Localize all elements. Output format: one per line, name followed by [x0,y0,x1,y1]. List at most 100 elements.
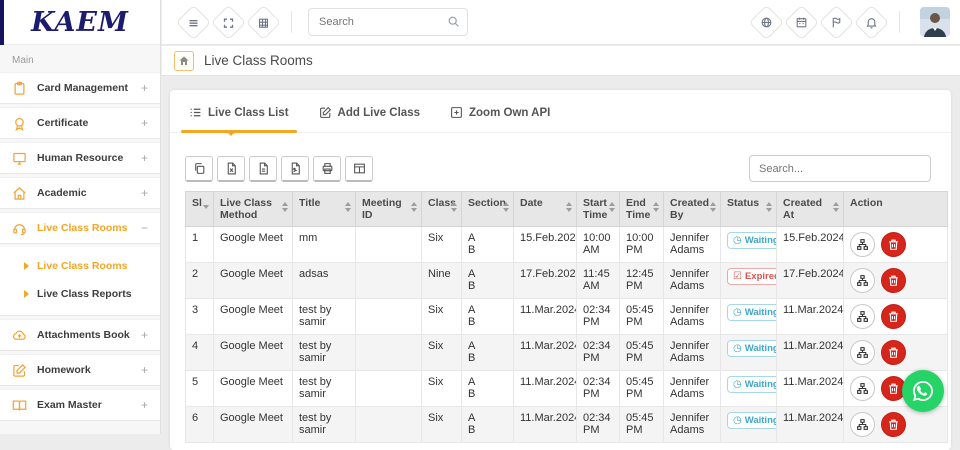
delete-button[interactable] [881,268,906,293]
sidebar-item-card-management[interactable]: Card Management + [0,72,160,104]
col-created-by[interactable]: Created By [664,192,721,227]
calendar-button[interactable] [784,4,819,39]
sidebar-item-exam-master[interactable]: Exam Master + [0,389,160,421]
col-title[interactable]: Title [293,192,356,227]
tab-add-live-class[interactable]: Add Live Class [319,106,420,132]
table-row: 4 Google Meet test by samir Six A B 11.M… [186,335,948,371]
col-start-time[interactable]: Start Time [577,192,620,227]
sort-icon [345,202,351,212]
pdf-export-button[interactable] [281,156,309,182]
sidebar-section-label: Main [0,45,160,72]
sort-icon [503,202,509,212]
sitemap-button[interactable] [850,340,875,365]
topbar [162,0,960,45]
sidebar-item-label: Academic [37,187,131,199]
sidebar-item-live-class-rooms[interactable]: Live Class Rooms − [0,212,160,244]
table-row: 6 Google Meet test by samir Six A B 11.M… [186,407,948,443]
copy-button[interactable] [185,156,213,182]
table-search-input[interactable] [749,155,931,182]
submenu-item-live-class-rooms[interactable]: Live Class Rooms [0,252,160,280]
language-button[interactable] [749,4,784,39]
tab-label: Zoom Own API [469,107,550,119]
plus-square-icon [450,106,463,119]
col-date[interactable]: Date [514,192,577,227]
list-icon [189,106,202,119]
sidebar-item-human-resource[interactable]: Human Resource + [0,142,160,174]
user-avatar[interactable] [920,7,950,37]
print-button[interactable] [313,156,341,182]
csv-export-button[interactable] [249,156,277,182]
fullscreen-button[interactable] [211,4,246,39]
notifications-button[interactable] [854,4,889,39]
submenu-item-label: Live Class Rooms [37,260,127,272]
announcements-button[interactable] [819,4,854,39]
sidebar-item-label: Human Resource [37,152,131,164]
fullscreen-icon [223,16,235,28]
calendar-icon [795,16,808,29]
cloud-upload-icon [11,328,27,343]
divider [899,11,900,33]
col-class[interactable]: Class [422,192,462,227]
sitemap-button[interactable] [850,304,875,329]
global-search-input[interactable] [308,8,468,36]
col-meeting-id[interactable]: Meeting ID [356,192,422,227]
whatsapp-button[interactable] [902,370,944,412]
sort-icon [653,202,659,212]
table-toolbar [185,155,931,182]
globe-icon [760,16,773,29]
expand-plus-icon: + [141,116,148,130]
whatsapp-icon [911,379,935,403]
delete-button[interactable] [881,232,906,257]
sidebar-item-academic[interactable]: Academic + [0,177,160,209]
logo[interactable]: KAEM [0,0,160,45]
col-created-at[interactable]: Created At [777,192,844,227]
table-header-row: Sl Live Class Method Title Meeting ID Cl… [186,192,948,227]
sort-icon [566,202,572,212]
caret-right-icon [24,290,29,298]
live-class-table: Sl Live Class Method Title Meeting ID Cl… [185,191,948,443]
sidebar-item-homework[interactable]: Homework + [0,354,160,386]
menu-toggle-button[interactable] [176,4,211,39]
logo-text: KAEM [31,7,129,38]
status-badge: Waiting [727,376,777,393]
tab-bar: Live Class List Add Live Class Zoom Own … [170,90,951,133]
status-badge: Expired [727,268,777,285]
sidebar-item-certificate[interactable]: Certificate + [0,107,160,139]
monitor-icon [11,151,27,166]
col-status[interactable]: Status [721,192,777,227]
search-icon [447,15,460,28]
sidebar-item-attachments-book[interactable]: Attachments Book + [0,319,160,351]
certificate-icon [11,116,27,131]
sidebar-item-label: Attachments Book [37,329,131,341]
delete-button[interactable] [881,412,906,437]
bell-icon [865,16,878,29]
delete-button[interactable] [881,304,906,329]
col-sl[interactable]: Sl [186,192,214,227]
breadcrumb-home-button[interactable] [174,51,194,71]
edit-square-icon [319,106,332,119]
col-live-class-method[interactable]: Live Class Method [214,192,293,227]
sitemap-button[interactable] [850,268,875,293]
apps-grid-button[interactable] [246,4,281,39]
sort-icon [766,202,772,212]
table-search [749,155,931,182]
table-row: 3 Google Meet test by samir Six A B 11.M… [186,299,948,335]
col-end-time[interactable]: End Time [620,192,664,227]
sitemap-button[interactable] [850,412,875,437]
tab-live-class-list[interactable]: Live Class List [189,106,289,132]
expand-plus-icon: + [141,151,148,165]
status-badge: Waiting [727,340,777,357]
sitemap-button[interactable] [850,232,875,257]
sidebar-submenu: Live Class Rooms Live Class Reports [0,247,160,316]
column-visibility-button[interactable] [345,156,373,182]
status-badge: Waiting [727,412,777,429]
delete-button[interactable] [881,340,906,365]
submenu-item-live-class-reports[interactable]: Live Class Reports [0,280,160,308]
excel-export-button[interactable] [217,156,245,182]
content-card: Live Class List Add Live Class Zoom Own … [170,90,951,450]
tab-zoom-own-api[interactable]: Zoom Own API [450,106,550,132]
table-body: 1 Google Meet mm Six A B 15.Feb.2024 10:… [186,227,948,443]
book-icon [11,398,27,413]
col-section[interactable]: Section [462,192,514,227]
sitemap-button[interactable] [850,376,875,401]
